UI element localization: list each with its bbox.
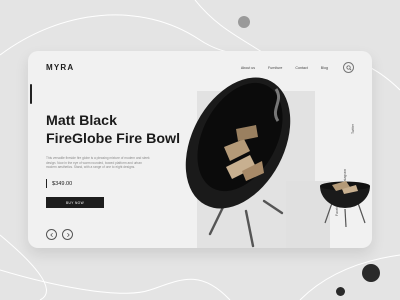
- fire-bowl-image: [185, 77, 370, 248]
- landing-page-card: MYRA About us Furniture Contact Blog Mat…: [28, 51, 372, 248]
- decorative-dot: [238, 16, 250, 28]
- decorative-dot: [362, 264, 380, 282]
- decorative-dot: [336, 287, 345, 296]
